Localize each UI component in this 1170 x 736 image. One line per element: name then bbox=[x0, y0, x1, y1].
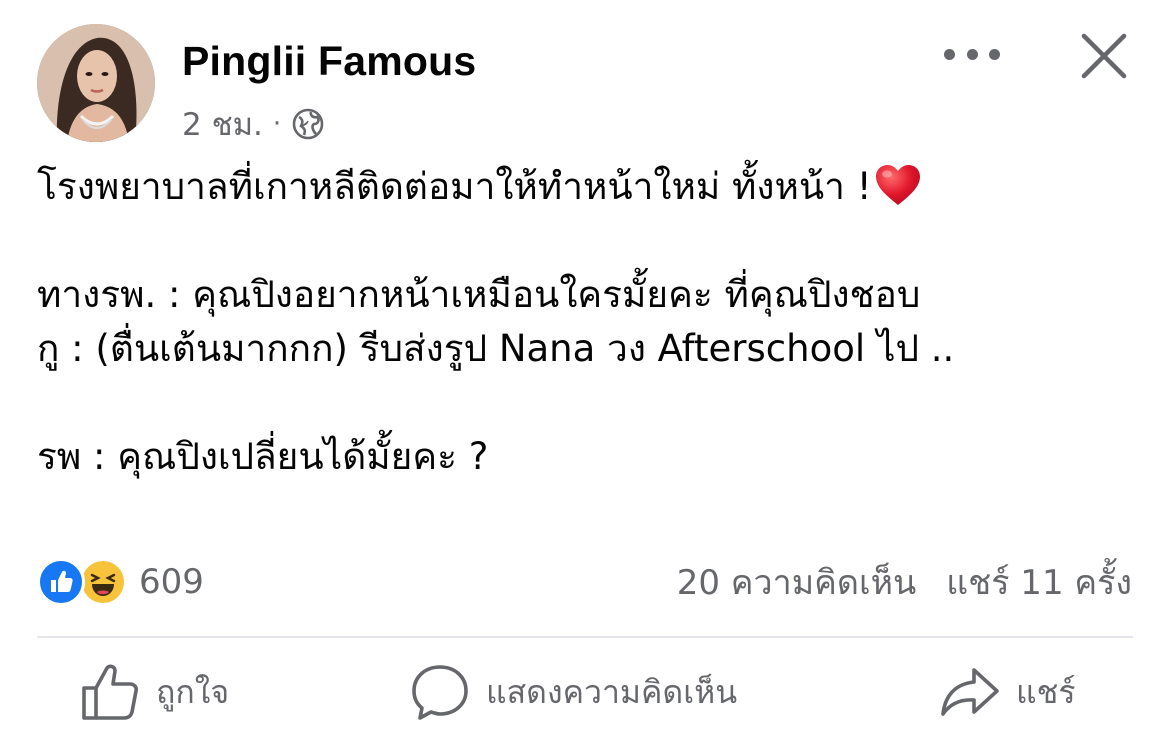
facebook-post: Pinglii Famous 2 ชม. · โรงพยาบาลที่เกาหล… bbox=[0, 0, 1170, 736]
comment-bubble-icon bbox=[412, 665, 468, 720]
post-body: โรงพยาบาลที่เกาหลีติดต่อมาให้ทำหน้าใหม่ … bbox=[37, 160, 1137, 484]
share-label: แชร์ bbox=[1016, 672, 1076, 711]
reaction-count: 609 bbox=[139, 562, 204, 602]
avatar-photo bbox=[37, 24, 155, 142]
post-line-text: โรงพยาบาลที่เกาหลีติดต่อมาให้ทำหน้าใหม่ … bbox=[37, 165, 872, 208]
more-options-button[interactable] bbox=[944, 40, 1000, 68]
post-line: กู : (ตื่นเต้นมากกก) รีบส่งรูป Nana วง A… bbox=[37, 327, 955, 370]
post-stats: 609 20 ความคิดเห็น แชร์ 11 ครั้ง bbox=[37, 555, 1132, 609]
like-reaction-icon bbox=[37, 558, 85, 606]
comment-button[interactable]: แสดงความคิดเห็น bbox=[410, 662, 737, 722]
more-horizontal-icon bbox=[944, 48, 955, 60]
post-timestamp[interactable]: 2 ชม. bbox=[182, 99, 263, 149]
post-line: โรงพยาบาลที่เกาหลีติดต่อมาให้ทำหน้าใหม่ … bbox=[37, 160, 1137, 214]
more-dot bbox=[966, 48, 978, 60]
close-button[interactable] bbox=[1078, 30, 1130, 82]
globe-icon bbox=[291, 107, 325, 141]
author-name[interactable]: Pinglii Famous bbox=[182, 38, 476, 85]
engagement-counts: 20 ความคิดเห็น แชร์ 11 ครั้ง bbox=[677, 555, 1132, 609]
action-bar: ถูกใจ แสดงความคิดเห็น แชร์ bbox=[0, 650, 1170, 736]
share-button[interactable]: แชร์ bbox=[940, 662, 1076, 722]
author-avatar[interactable] bbox=[37, 24, 155, 142]
reactions-summary[interactable]: 609 bbox=[37, 555, 204, 609]
post-line: ทางรพ. : คุณปิงอยากหน้าเหมือนใครมั้ยคะ ท… bbox=[37, 273, 921, 316]
meta-separator: · bbox=[272, 109, 282, 139]
comment-label: แสดงความคิดเห็น bbox=[486, 672, 738, 711]
like-button[interactable]: ถูกใจ bbox=[80, 662, 229, 722]
divider bbox=[37, 636, 1133, 638]
more-dot bbox=[989, 48, 1000, 60]
like-label: ถูกใจ bbox=[156, 672, 230, 711]
post-line: รพ : คุณปิงเปลี่ยนได้มั้ยคะ ? bbox=[37, 435, 489, 478]
post-meta: 2 ชม. · bbox=[182, 104, 325, 144]
red-heart-icon bbox=[874, 163, 922, 207]
share-arrow-icon bbox=[941, 668, 999, 716]
share-count[interactable]: แชร์ 11 ครั้ง bbox=[946, 555, 1132, 609]
comment-count[interactable]: 20 ความคิดเห็น bbox=[677, 555, 917, 609]
thumbs-up-icon bbox=[82, 664, 138, 720]
close-icon bbox=[1081, 33, 1127, 79]
haha-reaction-icon bbox=[79, 558, 127, 606]
